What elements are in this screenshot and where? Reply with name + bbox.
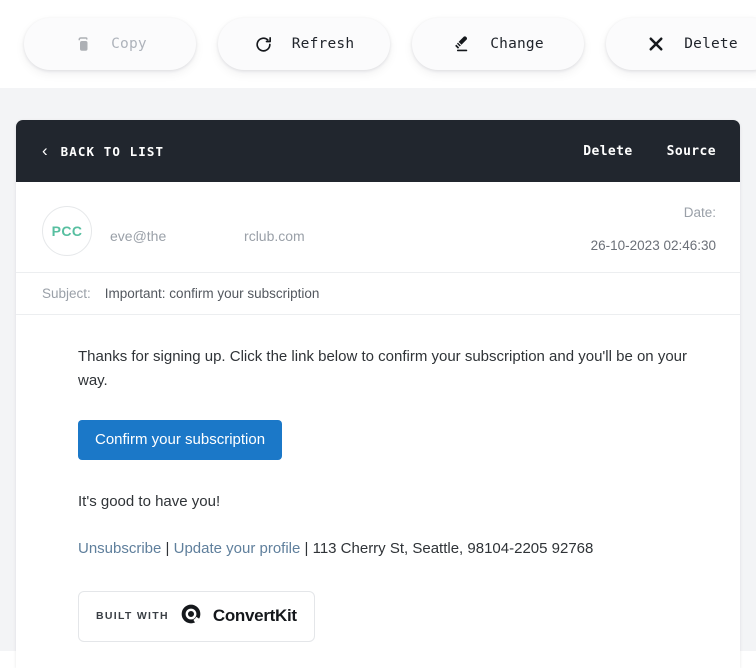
refresh-button[interactable]: Refresh — [218, 18, 390, 70]
email-header-bar: ‹ BACK TO LIST Delete Source — [16, 120, 740, 182]
convertkit-logo-icon — [180, 603, 202, 630]
link-separator-1: | — [161, 540, 174, 558]
link-separator-2: | — [300, 540, 313, 558]
refresh-button-label: Refresh — [291, 36, 355, 52]
date-value: 26-10-2023 02:46:30 — [590, 237, 716, 253]
sender-row: PCC eve@the rclub.com Date: 26-10-2023 0… — [16, 182, 740, 272]
back-to-list-label: BACK TO LIST — [60, 143, 165, 159]
header-source-button[interactable]: Source — [667, 144, 716, 159]
badge-brand-label: ConvertKit — [212, 606, 297, 626]
subject-value: Important: confirm your subscription — [104, 286, 320, 301]
footer-links: Unsubscribe | Update your profile | 113 … — [78, 538, 700, 561]
change-button[interactable]: Change — [412, 18, 584, 70]
chevron-left-icon: ‹ — [42, 140, 48, 160]
badge-built-with-label: BUILT WITH — [96, 610, 169, 623]
closing-text: It's good to have you! — [78, 492, 221, 510]
change-button-label: Change — [490, 36, 544, 52]
email-body: Thanks for signing up. Click the link be… — [16, 315, 740, 668]
sender-address-wrap: eve@the rclub.com — [110, 204, 591, 246]
copy-icon — [73, 34, 93, 54]
confirm-subscription-button[interactable]: Confirm your subscription — [78, 419, 283, 460]
date-block: Date: 26-10-2023 02:46:30 — [591, 204, 716, 252]
copy-button-label: Copy — [111, 36, 147, 52]
email-header-actions: Delete Source — [583, 144, 716, 159]
body-paragraph: Thanks for signing up. Click the link be… — [78, 348, 688, 390]
action-toolbar: Copy Refresh Change Delete — [0, 0, 756, 88]
update-profile-link[interactable]: Update your profile — [174, 540, 301, 557]
delete-button[interactable]: Delete — [606, 18, 756, 70]
sender-address: eve@the rclub.com — [110, 228, 305, 244]
copy-button[interactable]: Copy — [24, 18, 196, 70]
close-x-icon — [646, 34, 666, 54]
email-card: ‹ BACK TO LIST Delete Source PCC eve@the… — [16, 120, 740, 668]
avatar-initials: PCC — [51, 223, 83, 239]
mailing-address: 113 Cherry St, Seattle, 98104-2205 92768 — [312, 540, 594, 558]
page-background: ‹ BACK TO LIST Delete Source PCC eve@the… — [0, 88, 756, 668]
refresh-icon — [254, 34, 274, 54]
subject-row: Subject: Important: confirm your subscri… — [16, 272, 740, 315]
subject-label: Subject: — [42, 286, 91, 301]
avatar: PCC — [42, 206, 92, 256]
header-delete-button[interactable]: Delete — [583, 144, 632, 159]
unsubscribe-link[interactable]: Unsubscribe — [78, 540, 161, 557]
delete-button-label: Delete — [684, 36, 738, 52]
pen-icon — [452, 34, 472, 54]
date-label: Date: — [683, 205, 716, 220]
convertkit-badge[interactable]: BUILT WITH ConvertKit — [78, 590, 315, 642]
back-to-list-button[interactable]: ‹ BACK TO LIST — [42, 140, 165, 160]
